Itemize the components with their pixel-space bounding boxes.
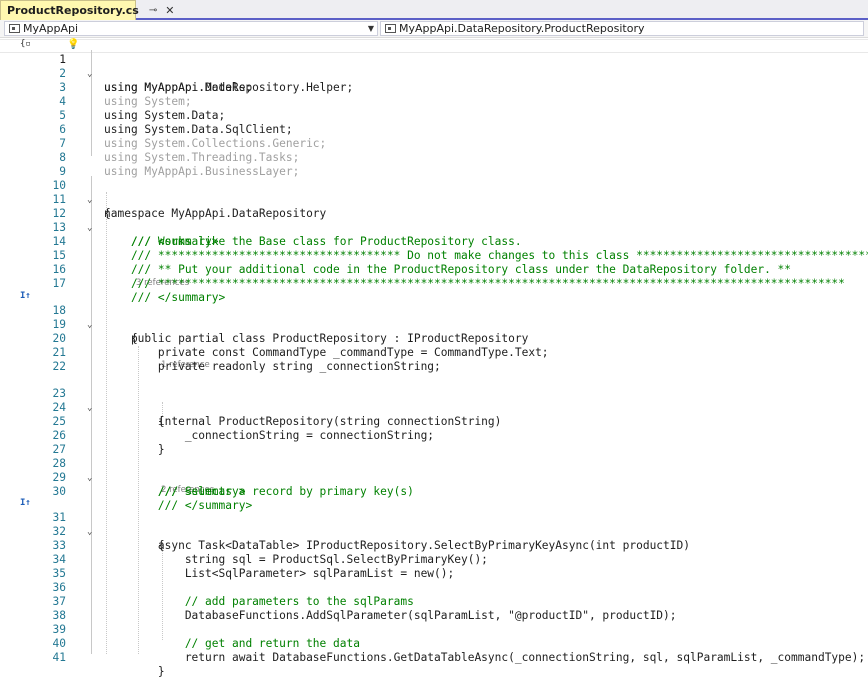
code-line[interactable]: 14 /// *********************************… bbox=[0, 221, 868, 262]
code-line[interactable]: 22 bbox=[0, 346, 868, 373]
code-line[interactable]: 37 DatabaseFunctions.AddSqlParameter(sql… bbox=[0, 581, 868, 622]
code-line[interactable]: 6 using System.Collections.Generic; bbox=[0, 109, 868, 150]
close-icon[interactable]: ✕ bbox=[165, 4, 174, 17]
pin-icon[interactable]: ⊸ bbox=[149, 5, 157, 16]
type-label: MyAppApi.DataRepository.ProductRepositor… bbox=[399, 22, 645, 35]
code-line[interactable]: 13 /// Works like the Base class for Pro… bbox=[0, 207, 868, 248]
code-line[interactable]: 25 _connectionString = connectionString; bbox=[0, 401, 868, 442]
code-line[interactable]: 24 { bbox=[0, 387, 868, 428]
code-line[interactable]: 28 ⌄ /// <summary> bbox=[0, 443, 868, 498]
code-line[interactable]: 16 /// *********************************… bbox=[0, 249, 868, 290]
navigation-bar: MyAppApi ▼ MyAppApi.DataRepository.Produ… bbox=[0, 20, 868, 38]
code-line[interactable]: 20 private const CommandType _commandTyp… bbox=[0, 318, 868, 359]
code-line[interactable]: 27 bbox=[0, 429, 868, 456]
line-number: 22 bbox=[52, 360, 66, 373]
line-number: 17 bbox=[52, 277, 66, 290]
code-line[interactable]: 30 /// </summary> bbox=[0, 471, 868, 512]
code-line[interactable]: 40 return await DatabaseFunctions.GetDat… bbox=[0, 623, 868, 664]
code-line[interactable]: 41 } bbox=[0, 637, 868, 678]
code-line[interactable]: 17 /// </summary> bbox=[0, 263, 868, 304]
code-line[interactable]: 8 using MyAppApi.BusinessLayer; bbox=[0, 137, 868, 178]
code-text: return await DatabaseFunctions.GetDataTa… bbox=[104, 651, 866, 664]
code-line[interactable]: 36 // add parameters to the sqlParams bbox=[0, 567, 868, 608]
code-line[interactable]: 7 using System.Threading.Tasks; bbox=[0, 123, 868, 164]
code-line[interactable]: 26 } bbox=[0, 415, 868, 456]
code-line[interactable]: 31 ⌄ async Task<DataTable> IProductRepos… bbox=[0, 497, 868, 552]
code-line[interactable]: 11 { bbox=[0, 179, 868, 220]
code-text: /// ************************************… bbox=[104, 277, 845, 290]
project-icon bbox=[9, 24, 20, 33]
code-line[interactable]: 4 using System.Data; bbox=[0, 81, 868, 122]
code-line[interactable]: 35 bbox=[0, 553, 868, 580]
code-line[interactable]: 39 // get and return the data bbox=[0, 609, 868, 650]
code-line[interactable]: 19 { bbox=[0, 304, 868, 345]
code-line[interactable]: 15 /// ** Put your additional code in th… bbox=[0, 235, 868, 276]
code-text: } bbox=[104, 665, 165, 678]
code-line[interactable]: 18 ⌄ public partial class ProductReposit… bbox=[0, 290, 868, 345]
code-line[interactable]: 32 { bbox=[0, 511, 868, 552]
chevron-down-icon: ▼ bbox=[367, 24, 374, 33]
code-line[interactable]: 10 ⌄ namespace MyAppApi.DataRepository bbox=[0, 165, 868, 220]
code-line[interactable]: 34 List<SqlParameter> sqlParamList = new… bbox=[0, 539, 868, 580]
tab-title: ProductRepository.cs bbox=[7, 4, 139, 17]
code-line[interactable]: 38 bbox=[0, 595, 868, 622]
type-dropdown[interactable]: MyAppApi.DataRepository.ProductRepositor… bbox=[380, 21, 864, 36]
tab-product-repository[interactable]: ProductRepository.cs ⊸ ✕ bbox=[0, 0, 174, 20]
code-line[interactable]: 21 private readonly string _connectionSt… bbox=[0, 332, 868, 373]
code-line[interactable]: 1 ⌄ using MyAppApi.DataRepository.Helper… bbox=[0, 39, 868, 94]
document-tab-bar: ProductRepository.cs ⊸ ✕ bbox=[0, 0, 868, 20]
code-text: private readonly string _connectionStrin… bbox=[104, 360, 441, 373]
code-line[interactable]: 3 using System; bbox=[0, 67, 868, 108]
code-line[interactable]: 33 string sql = ProductSql.SelectByPrima… bbox=[0, 525, 868, 566]
code-line[interactable]: 2 using MyAppApi.Models; bbox=[0, 53, 868, 94]
project-dropdown[interactable]: MyAppApi ▼ bbox=[4, 21, 378, 36]
class-icon bbox=[385, 24, 396, 33]
project-label: MyAppApi bbox=[23, 22, 79, 35]
code-line[interactable]: 5 using System.Data.SqlClient; bbox=[0, 95, 868, 136]
code-editor[interactable]: {▫ 💡 I↑ I↑ 3 references 1 reference 2 re… bbox=[0, 38, 868, 678]
line-number: 41 bbox=[52, 651, 66, 664]
code-line[interactable]: 23 ⌄ internal ProductRepository(string c… bbox=[0, 373, 868, 428]
code-line[interactable]: 29 /// Selects a record by primary key(s… bbox=[0, 457, 868, 498]
code-line[interactable]: 12 ⌄ /// <summary> bbox=[0, 193, 868, 248]
code-line[interactable]: 9 bbox=[0, 151, 868, 178]
